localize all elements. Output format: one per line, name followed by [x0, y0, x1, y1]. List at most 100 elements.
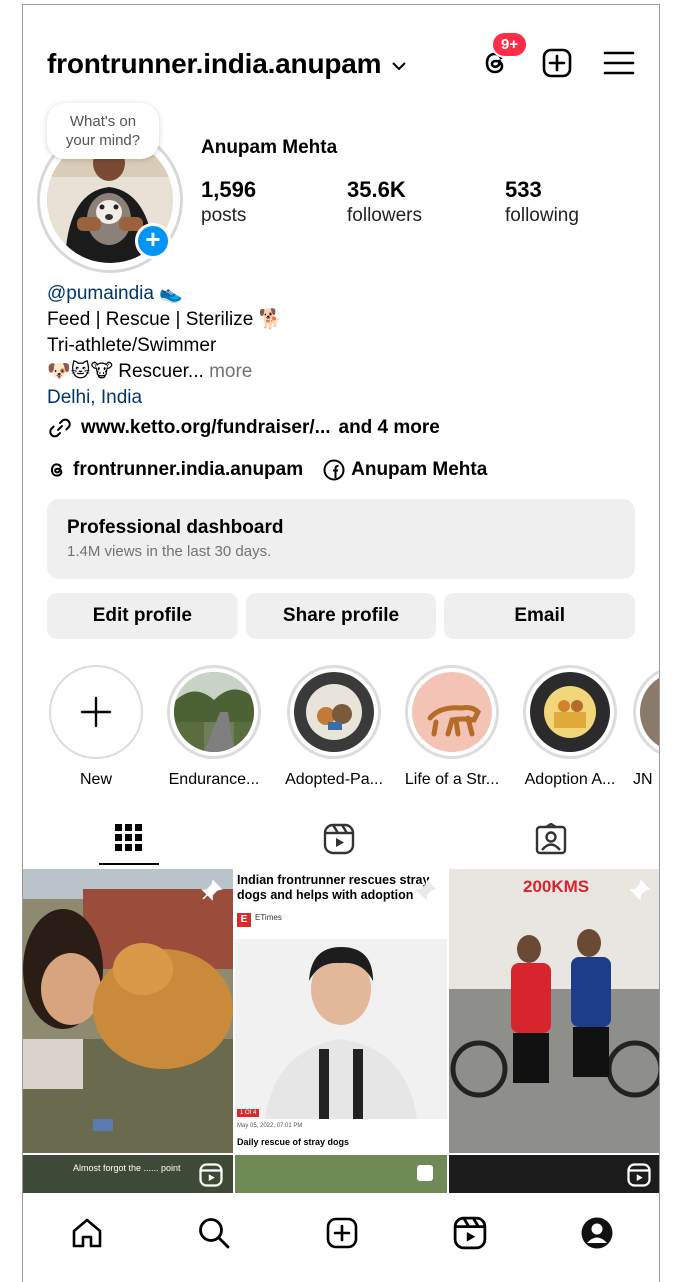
highlight-label: Endurance...	[168, 771, 260, 788]
bio-mention-link[interactable]: @pumaindia	[47, 283, 154, 304]
highlight-label: Life of a Str...	[404, 771, 500, 788]
highlight-label: Adoption A...	[524, 771, 616, 788]
highlight-stray[interactable]: Life of a Str...	[397, 665, 507, 789]
highlight-cover	[530, 672, 610, 752]
nav-create[interactable]	[317, 1208, 367, 1258]
post-source: ETimes	[255, 913, 282, 922]
tab-reels[interactable]	[309, 815, 369, 871]
highlight-new[interactable]: New	[41, 665, 151, 789]
highlight-adopted[interactable]: Adopted-Pa...	[279, 665, 389, 789]
highlight-adoption[interactable]: Adoption A...	[515, 665, 625, 789]
reel-icon	[199, 1163, 223, 1187]
posts-grid: Indian frontrunner rescues stray dogs an…	[23, 869, 659, 1199]
add-story-button[interactable]: +	[135, 223, 171, 259]
username-switcher[interactable]: frontrunner.india.anupam	[47, 48, 382, 80]
facebook-profile-link[interactable]: Anupam Mehta	[351, 459, 487, 481]
social-links: frontrunner.india.anupam Anupam Mehta	[47, 459, 487, 481]
link-icon	[49, 418, 71, 438]
nav-home[interactable]	[62, 1208, 112, 1258]
highlight-endurance[interactable]: Endurance...	[159, 665, 269, 789]
profile-stats: 1,596 posts 35.6K followers 533 followin…	[201, 177, 651, 227]
post-image	[235, 939, 447, 1119]
home-icon	[72, 1218, 102, 1248]
highlight-ring	[287, 665, 381, 759]
grid-post-2[interactable]: Indian frontrunner rescues stray dogs an…	[235, 869, 447, 1153]
profile-bio: @pumaindia 👟 Feed | Rescue | Sterilize 🐕…	[47, 281, 637, 411]
reels-icon	[323, 823, 355, 855]
nav-search[interactable]	[189, 1208, 239, 1258]
profile-full-name: Anupam Mehta	[201, 137, 338, 158]
stat-following-label: following	[505, 205, 579, 226]
stat-following[interactable]: 533 following	[505, 177, 651, 227]
facebook-icon	[323, 459, 345, 481]
profile-avatar-icon	[581, 1217, 613, 1249]
animal-emojis: 🐶🐱🐮	[47, 361, 113, 382]
stat-posts[interactable]: 1,596 posts	[201, 177, 347, 227]
highlight-label: JN	[633, 771, 653, 788]
dashboard-subtitle: 1.4M views in the last 30 days.	[67, 543, 272, 560]
threads-button[interactable]: 9+	[477, 31, 529, 81]
post-caption: Daily rescue of stray dogs	[237, 1137, 350, 1147]
threads-profile-link[interactable]: frontrunner.india.anupam	[73, 459, 303, 481]
bio-more-link[interactable]: more	[209, 361, 252, 382]
chevron-down-icon[interactable]	[391, 61, 407, 71]
post-counter: 1 Of 4	[237, 1109, 260, 1117]
tab-tagged[interactable]	[521, 815, 581, 871]
post-caption: Almost forgot the ...... point	[73, 1163, 181, 1173]
bio-line-2: Feed | Rescue | Sterilize	[47, 309, 254, 330]
reels-icon	[453, 1216, 486, 1250]
pin-icon	[629, 879, 651, 901]
dog-emoji: 🐕	[258, 309, 283, 330]
note-bubble[interactable]: What's on your mind?	[47, 103, 159, 159]
highlight-cover	[174, 672, 254, 752]
shoe-emoji: 👟	[159, 283, 183, 304]
dashboard-title: Professional dashboard	[67, 517, 284, 538]
menu-button[interactable]	[601, 45, 637, 81]
plus-square-icon	[326, 1217, 358, 1249]
stat-followers-label: followers	[347, 205, 422, 226]
post-headline: Indian frontrunner rescues stray dogs an…	[237, 873, 430, 902]
create-post-button[interactable]	[539, 45, 575, 81]
threads-notification-badge: 9+	[491, 31, 529, 58]
note-line1: What's on	[69, 113, 137, 130]
story-highlights: New Endurance... Adopted-Pa... Life of a…	[23, 665, 659, 795]
note-line2: your mind?	[65, 132, 141, 149]
plus-icon	[80, 696, 112, 728]
profile-action-buttons: Edit profile Share profile Email	[47, 593, 636, 639]
professional-dashboard[interactable]: Professional dashboard 1.4M views in the…	[47, 499, 635, 579]
reel-icon	[627, 1163, 651, 1187]
pin-icon	[415, 879, 437, 901]
bio-location-link[interactable]: Delhi, India	[47, 385, 637, 411]
hamburger-menu-icon	[603, 51, 635, 75]
highlight-ring	[633, 665, 659, 759]
post-image	[23, 869, 233, 1153]
bio-line-3: Tri-athlete/Swimmer	[47, 335, 217, 356]
nav-profile[interactable]	[572, 1208, 622, 1258]
link-url: www.ketto.org/fundraiser/...	[81, 417, 331, 438]
external-link[interactable]: www.ketto.org/fundraiser/... and 4 more	[47, 415, 440, 441]
email-button[interactable]: Email	[444, 593, 636, 639]
bottom-navigation	[23, 1193, 659, 1282]
highlight-ring	[405, 665, 499, 759]
nav-reels[interactable]	[445, 1208, 495, 1258]
carousel-icon	[417, 1165, 433, 1181]
threads-icon	[50, 463, 63, 477]
post-overlay-title: 200KMS	[523, 877, 590, 896]
link-extra: and 4 more	[338, 417, 440, 438]
grid-post-3[interactable]: 200KMS	[449, 869, 659, 1153]
highlight-label: New	[79, 771, 112, 788]
tagged-person-icon	[535, 823, 567, 855]
highlight-cover	[640, 672, 659, 752]
active-tab-indicator	[99, 863, 159, 865]
grid-post-1[interactable]	[23, 869, 233, 1153]
pin-icon	[201, 879, 223, 901]
stat-following-value: 533	[505, 177, 542, 202]
stat-posts-value: 1,596	[201, 177, 257, 202]
stat-posts-label: posts	[201, 205, 247, 226]
share-profile-button[interactable]: Share profile	[245, 593, 437, 639]
highlight-jn[interactable]: JN	[633, 665, 659, 789]
edit-profile-button[interactable]: Edit profile	[47, 593, 238, 639]
stat-followers[interactable]: 35.6K followers	[347, 177, 505, 227]
post-date: May 05, 2022, 07:01 PM	[237, 1123, 303, 1129]
etimes-logo: E	[237, 913, 251, 927]
